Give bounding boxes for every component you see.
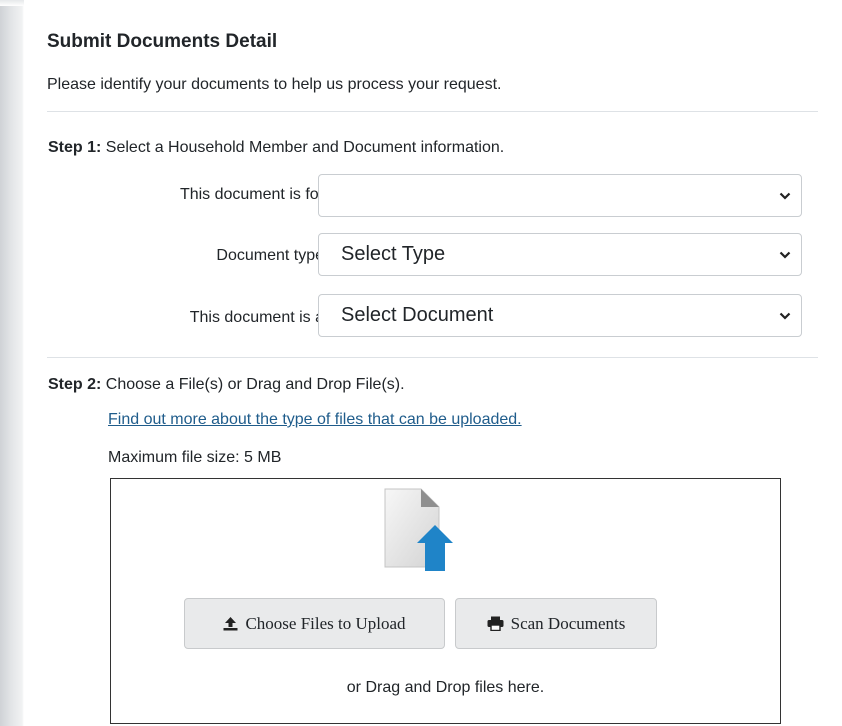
scan-documents-button[interactable]: Scan Documents (455, 598, 657, 649)
document-name-label: This document is a (189, 309, 324, 326)
divider (47, 111, 818, 112)
step1-prefix: Step 1: (48, 139, 102, 156)
max-file-size: Maximum file size: 5 MB (108, 449, 282, 466)
document-name-select[interactable]: Select Document (318, 294, 802, 337)
household-member-select[interactable] (318, 174, 802, 217)
chevron-down-icon (779, 312, 791, 320)
document-type-value: Select Type (341, 243, 446, 265)
drop-zone[interactable]: Choose Files to Upload Scan Documents or… (110, 478, 781, 724)
household-member-label: This document is for (179, 186, 324, 203)
file-upload-icon (384, 488, 453, 571)
scan-documents-label: Scan Documents (510, 613, 626, 633)
choose-files-label: Choose Files to Upload (245, 613, 406, 633)
document-type-label: Document type (216, 247, 324, 264)
print-icon (487, 616, 504, 631)
document-name-value: Select Document (341, 304, 494, 326)
page-subtitle: Please identify your documents to help u… (47, 76, 502, 93)
chevron-down-icon (779, 251, 791, 259)
step1-heading: Step 1: Select a Household Member and Do… (48, 139, 504, 157)
divider (47, 357, 818, 358)
step2-text: Choose a File(s) or Drag and Drop File(s… (101, 376, 405, 393)
step1-text: Select a Household Member and Document i… (101, 139, 505, 156)
choose-files-button[interactable]: Choose Files to Upload (184, 598, 445, 649)
step2-heading: Step 2: Choose a File(s) or Drag and Dro… (48, 376, 405, 394)
chevron-down-icon (779, 192, 791, 200)
step2-prefix: Step 2: (48, 376, 102, 393)
page-title: Submit Documents Detail (47, 31, 278, 52)
drag-drop-text: or Drag and Drop files here. (346, 679, 545, 696)
document-type-select[interactable]: Select Type (318, 233, 802, 276)
upload-icon (223, 617, 238, 631)
file-types-link[interactable]: Find out more about the type of files th… (108, 411, 522, 429)
